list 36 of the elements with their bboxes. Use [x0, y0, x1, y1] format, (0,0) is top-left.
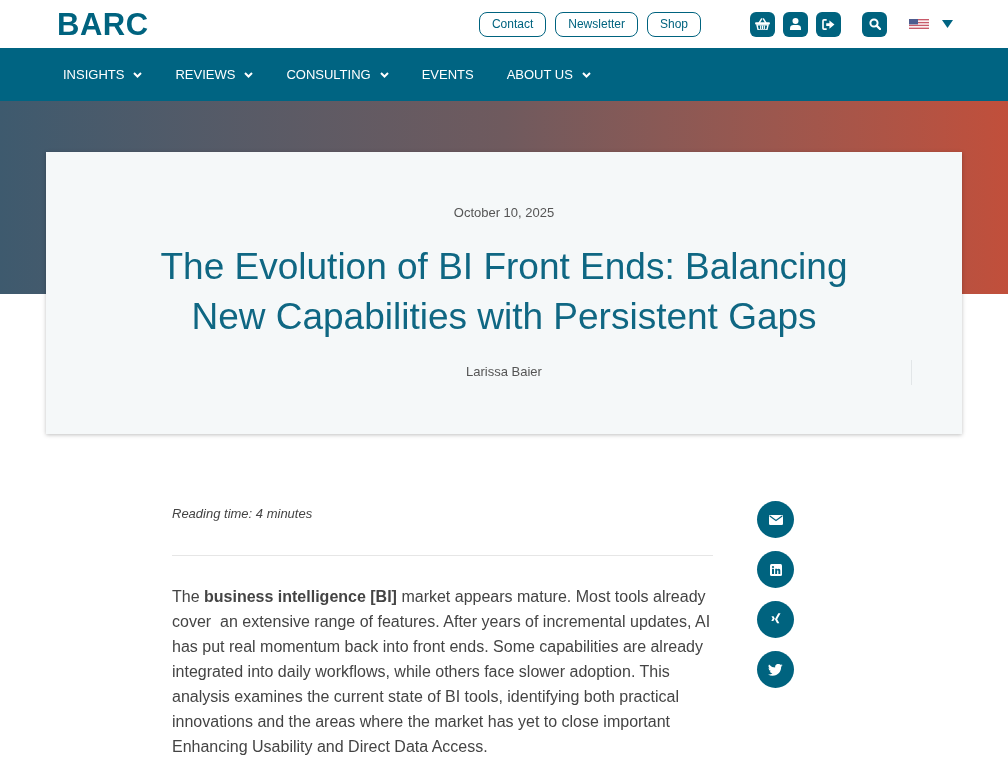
header-link[interactable]: Contact — [478, 11, 547, 37]
chevron-down-icon — [133, 71, 143, 78]
nav-item[interactable]: INSIGHTS — [63, 65, 143, 84]
logo[interactable]: BARC — [57, 8, 149, 40]
intro-paragraph: The business intelligence [BI] market appears mature. Most tools already cover an extensive range of features. After years of incremental updates, AI has put real momentum back into front ends. Some capabilities are already integrated into daily workflows, while others face slower adoption. This analysis examines the current state of BI tools, identifying both practical innovations and the areas where the market has yet to close important Enhancing Usability and Direct Data Access. — [172, 587, 712, 757]
caret-down-icon[interactable] — [942, 20, 953, 28]
account-button[interactable] — [783, 11, 808, 37]
nav-item[interactable]: ABOUT US — [506, 65, 591, 84]
chevron-down-icon — [379, 71, 389, 78]
basket-button[interactable] — [750, 11, 775, 37]
publish-date: October 10, 2025 — [453, 204, 555, 222]
header-link[interactable]: Shop — [646, 11, 701, 37]
linkedin-icon — [769, 563, 782, 576]
sign-out-icon — [822, 18, 835, 30]
logout-button[interactable] — [816, 11, 841, 37]
chevron-down-icon — [581, 71, 591, 78]
chevron-down-icon — [244, 71, 254, 78]
twitter-share-button[interactable] — [757, 651, 794, 688]
reading-time: Reading time: 4 minutes — [172, 505, 314, 523]
user-icon — [790, 18, 801, 30]
xing-icon — [770, 613, 781, 626]
nav-item[interactable]: CONSULTING — [286, 65, 389, 84]
envelope-icon — [768, 514, 783, 525]
header-link[interactable]: Newsletter — [555, 11, 638, 37]
nav-item[interactable]: EVENTS — [421, 65, 474, 84]
linkedin-share-button[interactable] — [757, 551, 794, 588]
search-icon — [868, 18, 881, 30]
bird-icon — [768, 663, 783, 676]
search-button[interactable] — [862, 11, 887, 37]
us-flag-icon[interactable] — [909, 19, 929, 29]
xing-share-button[interactable] — [757, 601, 794, 638]
article-title: The Evolution of BI Front Ends: Balancing New Capabilities with Persistent Gaps — [159, 245, 849, 339]
basket-icon — [755, 18, 770, 30]
email-share-button[interactable] — [757, 501, 794, 538]
nav-item[interactable]: REVIEWS — [175, 65, 254, 84]
author-name[interactable]: Larissa Baier — [466, 363, 542, 381]
